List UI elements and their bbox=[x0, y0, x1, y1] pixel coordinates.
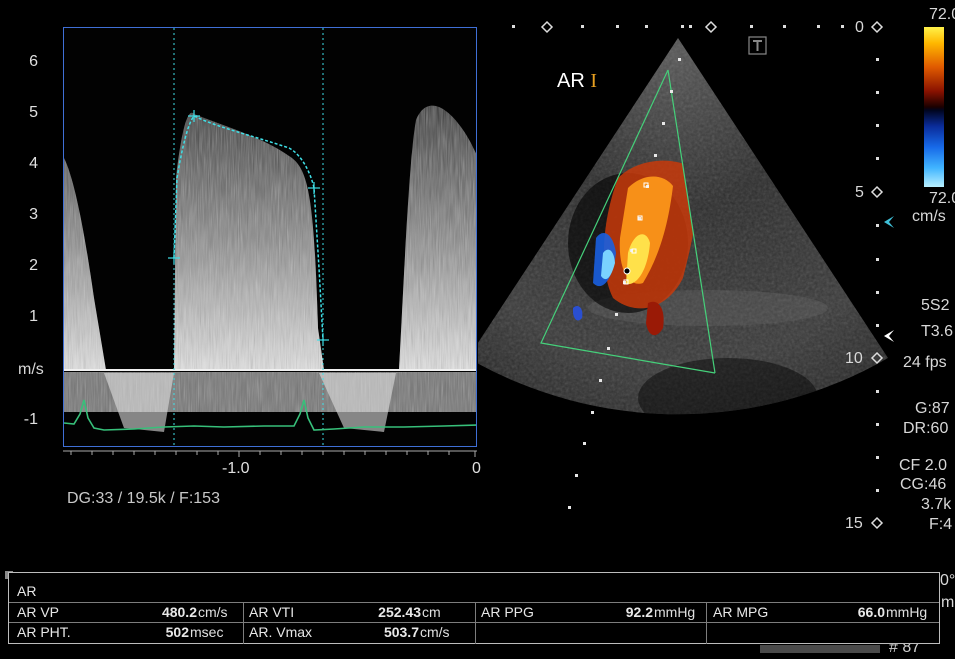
meas-label-ar-vmax: AR. Vmax bbox=[249, 624, 313, 640]
meas-value-ar-vp: 480.2 bbox=[161, 604, 197, 620]
meas-label-ar-vti: AR VTI bbox=[249, 604, 295, 620]
scale-bottom-value: 72.0 bbox=[929, 190, 955, 207]
doppler-spectrum bbox=[64, 28, 476, 446]
depth-tick: 15 bbox=[845, 515, 863, 532]
doppler-x-axis bbox=[63, 450, 477, 457]
measurement-title: AR bbox=[17, 583, 37, 599]
m-label: m bbox=[941, 594, 955, 611]
color-gain: CG:46 bbox=[900, 476, 947, 493]
echo-sector-image bbox=[478, 36, 888, 509]
gain: G:87 bbox=[915, 400, 950, 417]
y-tick: 5 bbox=[29, 104, 38, 121]
meas-unit: mmHg bbox=[886, 604, 928, 620]
depth-tick: 10 bbox=[845, 350, 863, 367]
focus-markers bbox=[884, 216, 894, 342]
orientation-marker bbox=[748, 36, 767, 55]
depth-tick: 5 bbox=[855, 184, 864, 201]
meas-value-ar-vti: 252.43 bbox=[378, 604, 421, 620]
dynamic-range: DR:60 bbox=[903, 420, 949, 437]
depth-tick: 0 bbox=[855, 19, 864, 36]
top-depth-scale bbox=[512, 20, 844, 34]
focus-marker-icon bbox=[884, 330, 894, 342]
meas-label-ar-vp: AR VP bbox=[17, 604, 60, 620]
preset-name: T3.6 bbox=[921, 323, 954, 340]
measurement-table: AR AR VP 480.2 cm/s AR VTI 252.43 cm AR … bbox=[8, 572, 940, 644]
ar-marker: I bbox=[590, 70, 598, 92]
y-tick: 6 bbox=[29, 53, 38, 70]
angle-value: 0° bbox=[940, 572, 955, 589]
y-tick: 3 bbox=[29, 206, 38, 223]
probe-name: 5S2 bbox=[921, 297, 950, 314]
ar-label: AR I bbox=[557, 70, 597, 93]
x-tick: -1.0 bbox=[222, 460, 250, 477]
color-frequency: CF 2.0 bbox=[899, 457, 948, 474]
doppler-settings: DG:33 / 19.5k / F:153 bbox=[67, 490, 220, 507]
meas-value-ar-mpg: 66.0 bbox=[857, 604, 885, 620]
prf: 3.7k bbox=[921, 496, 952, 513]
y-tick: -1 bbox=[23, 411, 38, 428]
meas-unit: msec bbox=[190, 624, 224, 640]
color-velocity-scale bbox=[924, 27, 944, 187]
scale-top-value: 72.0 bbox=[929, 6, 955, 23]
ar-label-text: AR bbox=[557, 70, 585, 92]
meas-unit: cm/s bbox=[198, 604, 228, 620]
velocity-unit-label: m/s bbox=[18, 361, 44, 378]
meas-label-ar-ppg: AR PPG bbox=[481, 604, 534, 620]
meas-label-ar-mpg: AR MPG bbox=[713, 604, 769, 620]
meas-value-ar-ppg: 92.2 bbox=[625, 604, 653, 620]
doppler-spectrum-panel bbox=[63, 27, 477, 447]
y-tick: 2 bbox=[29, 257, 38, 274]
meas-unit: cm/s bbox=[420, 624, 450, 640]
cyan-marker-icon bbox=[884, 216, 894, 228]
meas-unit: cm bbox=[422, 604, 441, 620]
scale-unit: cm/s bbox=[912, 208, 946, 225]
meas-value-ar-pht: 502 bbox=[165, 624, 189, 640]
cine-progress-bar[interactable] bbox=[760, 645, 880, 653]
meas-value-ar-vmax: 503.7 bbox=[383, 624, 419, 640]
meas-label-ar-pht: AR PHT. bbox=[17, 624, 71, 640]
y-tick: 4 bbox=[29, 155, 38, 172]
filter: F:4 bbox=[929, 516, 953, 533]
y-tick: 1 bbox=[29, 308, 38, 325]
frame-rate: 24 fps bbox=[903, 354, 947, 371]
meas-unit: mmHg bbox=[654, 604, 696, 620]
